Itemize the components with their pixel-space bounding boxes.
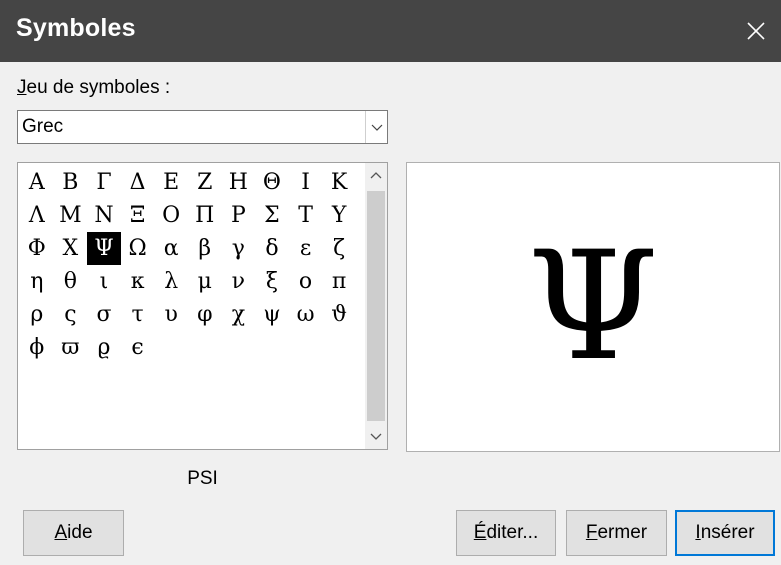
scroll-up-icon[interactable] [365,163,387,189]
chevron-down-icon[interactable] [365,111,387,143]
symbol-cell[interactable]: Ι [289,166,323,199]
symbol-cell[interactable]: Τ [289,199,323,232]
symbol-cell[interactable]: Ε [154,166,188,199]
symbol-cell[interactable]: Ω [121,232,155,265]
symbol-cell[interactable]: η [20,265,54,298]
symbol-cell[interactable]: ο [289,265,323,298]
symbol-cell[interactable]: Φ [20,232,54,265]
vertical-scrollbar[interactable] [365,163,387,449]
symbol-cell[interactable]: ρ [20,298,54,331]
symbol-cell[interactable]: κ [121,265,155,298]
help-button-label: ide [67,522,93,543]
symbol-cell[interactable]: Ξ [121,199,155,232]
symbol-cell[interactable]: Μ [54,199,88,232]
symbol-cell[interactable]: Δ [121,166,155,199]
symbol-cell[interactable]: Ν [87,199,121,232]
symbol-cell[interactable]: ϕ [20,331,54,364]
symbol-cell[interactable]: ϖ [54,331,88,364]
close-icon[interactable] [741,16,771,46]
symbol-cell[interactable]: Υ [322,199,356,232]
symbol-set-value: Grec [22,116,64,137]
symbol-cell[interactable]: ω [289,298,323,331]
symbol-cell[interactable]: Β [54,166,88,199]
help-button-mnemonic: A [54,522,68,543]
symbol-cell[interactable]: γ [222,232,256,265]
symbol-cell[interactable]: ϵ [121,331,155,364]
symbol-cell[interactable]: ς [54,298,88,331]
insert-button-label: nsérer [700,522,755,543]
symbol-cell[interactable]: Ζ [188,166,222,199]
symbol-cell[interactable]: φ [188,298,222,331]
symbol-cell[interactable]: α [154,232,188,265]
symbol-cell[interactable]: Χ [54,232,88,265]
symbol-grid-panel: ΑΒΓΔΕΖΗΘΙΚ ΛΜΝΞΟΠΡΣΤΥ ΦΧΨΩαβγδεζ ηθικλμνξοπ… [17,162,388,450]
symbol-cell[interactable]: Κ [322,166,356,199]
symbol-cell[interactable]: Π [188,199,222,232]
symbol-cell[interactable]: Α [20,166,54,199]
symbol-cell[interactable]: Ο [154,199,188,232]
symbol-cell[interactable]: ψ [255,298,289,331]
scroll-down-icon[interactable] [365,423,387,449]
symbol-cell[interactable]: μ [188,265,222,298]
close-button[interactable]: Fermer [566,510,667,556]
symbol-set-label: Jeu de symboles : [17,77,170,99]
symbol-cell[interactable]: π [322,265,356,298]
symbol-cell[interactable]: Γ [87,166,121,199]
preview-glyph: Ψ [527,220,659,394]
insert-button[interactable]: Insérer [675,510,775,556]
symbol-cell[interactable]: σ [87,298,121,331]
symbol-cell[interactable]: Σ [255,199,289,232]
symbol-grid: ΑΒΓΔΕΖΗΘΙΚ ΛΜΝΞΟΠΡΣΤΥ ΦΧΨΩαβγδεζ ηθικλμνξοπ… [20,166,356,364]
symbol-cell[interactable]: δ [255,232,289,265]
symbol-set-select[interactable]: Grec [17,110,388,144]
symbol-cell[interactable]: χ [222,298,256,331]
close-button-label: ermer [597,522,648,543]
symbol-cell[interactable]: ϱ [87,331,121,364]
symbol-cell[interactable]: ζ [322,232,356,265]
symbol-cell[interactable]: τ [121,298,155,331]
dialog-body: Jeu de symboles : Grec ΑΒΓΔΕΖΗΘΙΚ ΛΜΝΞΟΠΡ… [0,62,781,565]
symbol-cell[interactable]: Θ [255,166,289,199]
symbol-cell[interactable]: θ [54,265,88,298]
symbol-cell[interactable]: Ψ [87,232,121,265]
symbol-cell[interactable]: Η [222,166,256,199]
close-button-mnemonic: F [585,522,598,543]
scroll-thumb[interactable] [367,191,385,421]
edit-button-label: diter... [486,522,539,543]
symbol-cell[interactable]: ξ [255,265,289,298]
symbol-cell[interactable]: Ρ [222,199,256,232]
symbol-cell[interactable]: Λ [20,199,54,232]
symbol-cell[interactable]: ι [87,265,121,298]
symbol-cell[interactable]: υ [154,298,188,331]
edit-button[interactable]: Éditer... [456,510,556,556]
symbol-set-label-text: eu de symboles : [26,77,171,98]
symbol-cell[interactable]: ν [222,265,256,298]
symbol-name-label: PSI [187,468,218,489]
symbol-preview: Ψ [406,162,780,452]
window-title: Symboles [16,14,136,42]
symbol-cell[interactable]: β [188,232,222,265]
symbol-set-label-mnemonic: J [17,77,27,98]
help-button[interactable]: Aide [23,510,124,556]
symbol-cell[interactable]: ϑ [322,298,356,331]
symbol-cell[interactable]: ε [289,232,323,265]
symbol-cell[interactable]: λ [154,265,188,298]
title-bar: Symboles [0,0,781,62]
edit-button-mnemonic: É [473,522,487,543]
